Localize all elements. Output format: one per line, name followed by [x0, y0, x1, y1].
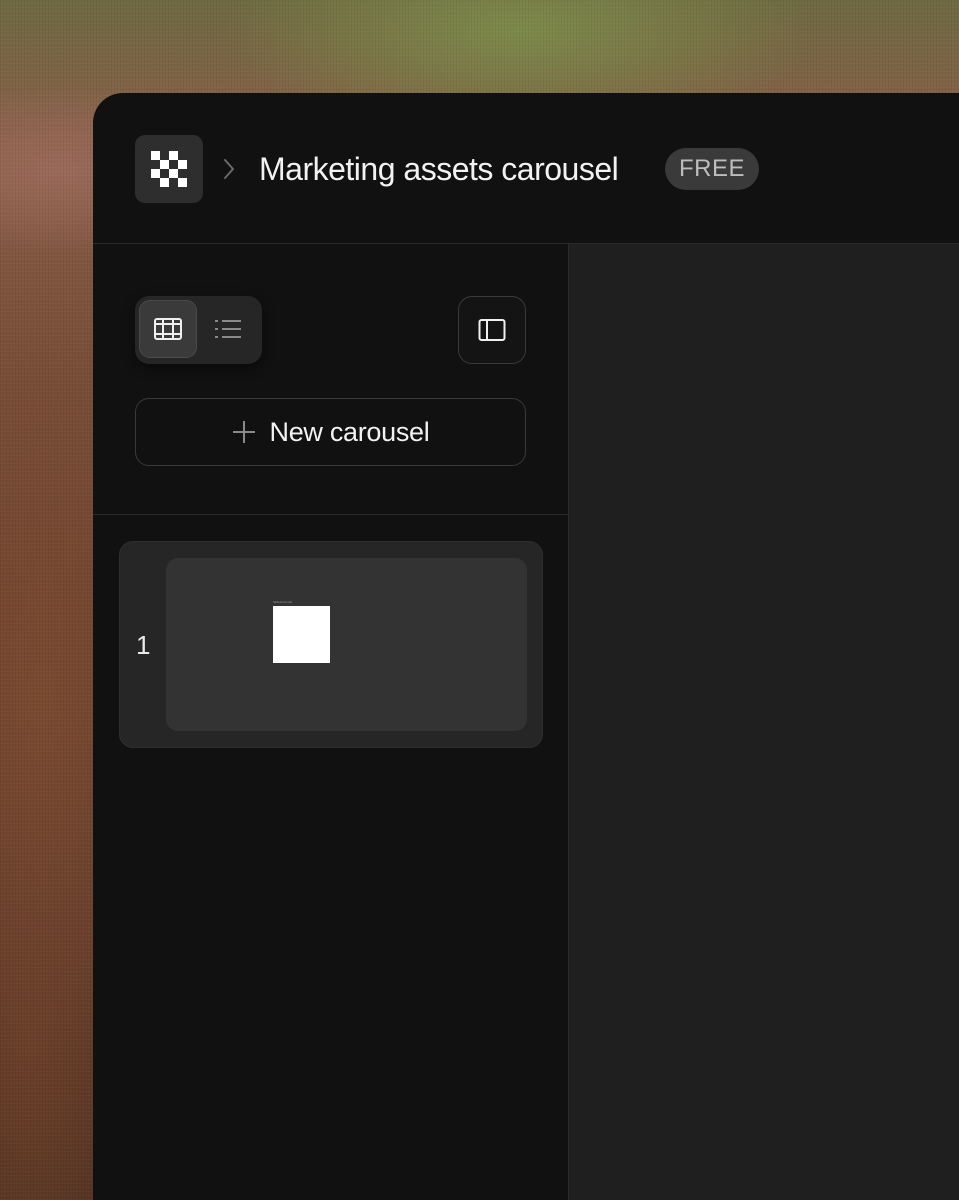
app-window: Marketing assets carousel FREE New carou…: [93, 93, 959, 1200]
slides-sidebar: New carousel 1 Slideshow title: [93, 244, 569, 1200]
new-carousel-button[interactable]: New carousel: [135, 398, 526, 466]
slide-list-item[interactable]: 1 Slideshow title: [119, 541, 543, 748]
plus-icon: [232, 421, 255, 443]
thumbnail-image-placeholder: [273, 606, 330, 663]
app-logo[interactable]: [135, 135, 203, 203]
editor-canvas[interactable]: [569, 244, 959, 1200]
plan-badge: FREE: [665, 148, 760, 190]
chevron-right-icon: [221, 157, 237, 181]
view-mode-toggle: [135, 296, 262, 364]
project-title[interactable]: Marketing assets carousel: [259, 149, 619, 189]
grid-view-button[interactable]: [139, 300, 197, 358]
list-view-button[interactable]: [199, 300, 257, 358]
slide-thumbnail[interactable]: Slideshow title: [166, 558, 527, 731]
film-strip-icon: [154, 318, 182, 340]
slide-number: 1: [136, 630, 151, 660]
sidebar-panel-icon: [478, 319, 506, 341]
sidebar-panel-toggle-button[interactable]: [458, 296, 526, 364]
thumbnail-caption: Slideshow title: [273, 600, 293, 604]
checkerboard-logo-icon: [151, 151, 187, 187]
sidebar-divider: [93, 514, 568, 515]
new-carousel-label: New carousel: [269, 416, 430, 447]
top-header: Marketing assets carousel FREE: [93, 93, 959, 244]
list-icon: [215, 320, 241, 338]
